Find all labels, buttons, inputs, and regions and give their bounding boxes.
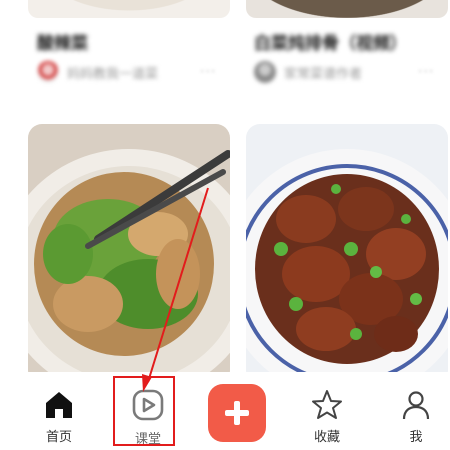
author-name: 妈妈教我一道菜	[67, 66, 159, 82]
tab-me[interactable]: 我	[371, 372, 450, 450]
recipe-title[interactable]: 白菜炖排骨（视频）	[254, 29, 407, 54]
star-icon	[312, 390, 342, 419]
recipe-author[interactable]: 家常菜谱作者	[254, 61, 362, 83]
recipe-card-image[interactable]	[28, 0, 230, 18]
recipe-card-image[interactable]	[246, 0, 448, 18]
more-options-button[interactable]: ···	[200, 64, 216, 80]
recipe-feed: 酸辣菜 白菜炖排骨（视频） 妈妈教我一道菜 家常菜谱作者 ··· ···	[0, 0, 450, 372]
play-icon	[132, 389, 164, 421]
tab-label: 课堂	[134, 432, 161, 447]
recipe-author[interactable]: 妈妈教我一道菜	[37, 61, 158, 83]
tab-label: 首页	[45, 430, 72, 445]
author-name: 家常菜谱作者	[284, 66, 363, 82]
food-photo	[28, 124, 230, 372]
avatar	[254, 61, 276, 83]
user-icon	[402, 391, 430, 420]
tab-label: 收藏	[313, 430, 340, 445]
recipe-title[interactable]: 酸辣菜	[37, 29, 88, 54]
more-options-button[interactable]: ···	[418, 64, 434, 80]
tab-label: 我	[409, 430, 423, 445]
recipe-card-image[interactable]	[246, 124, 448, 372]
home-icon	[46, 392, 72, 418]
add-recipe-button[interactable]	[208, 384, 266, 442]
food-photo	[246, 124, 448, 372]
tab-favorites[interactable]: 收藏	[282, 372, 372, 450]
avatar	[37, 61, 59, 83]
tab-classroom[interactable]: 课堂	[103, 372, 193, 450]
tab-home[interactable]: 首页	[14, 372, 104, 450]
recipe-card-image[interactable]	[28, 124, 230, 372]
